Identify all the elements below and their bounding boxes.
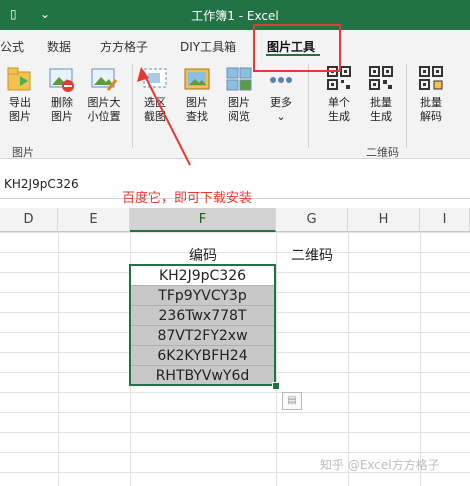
column-header-d[interactable]: D — [0, 208, 58, 232]
grid-line — [348, 232, 349, 486]
column-header-i[interactable]: I — [420, 208, 470, 232]
column-header-g[interactable]: G — [276, 208, 348, 232]
selection-range — [129, 264, 276, 386]
cell-f-header[interactable]: 编码 — [130, 246, 276, 266]
quick-analysis-icon[interactable]: ▤ — [282, 392, 302, 410]
fill-handle[interactable] — [272, 382, 280, 390]
grid-line — [276, 232, 277, 486]
grid-line — [58, 232, 59, 486]
grid-line — [420, 232, 421, 486]
column-header-h[interactable]: H — [348, 208, 420, 232]
column-header-f[interactable]: F — [130, 208, 276, 232]
name-box[interactable]: KH2J9pC326 — [4, 177, 79, 191]
column-header-e[interactable]: E — [58, 208, 130, 232]
cell-g-header[interactable]: 二维码 — [276, 246, 348, 266]
watermark: 知乎 @Excel方方格子 — [320, 458, 440, 472]
annotation-text: 百度它，即可下载安装 — [122, 191, 253, 206]
